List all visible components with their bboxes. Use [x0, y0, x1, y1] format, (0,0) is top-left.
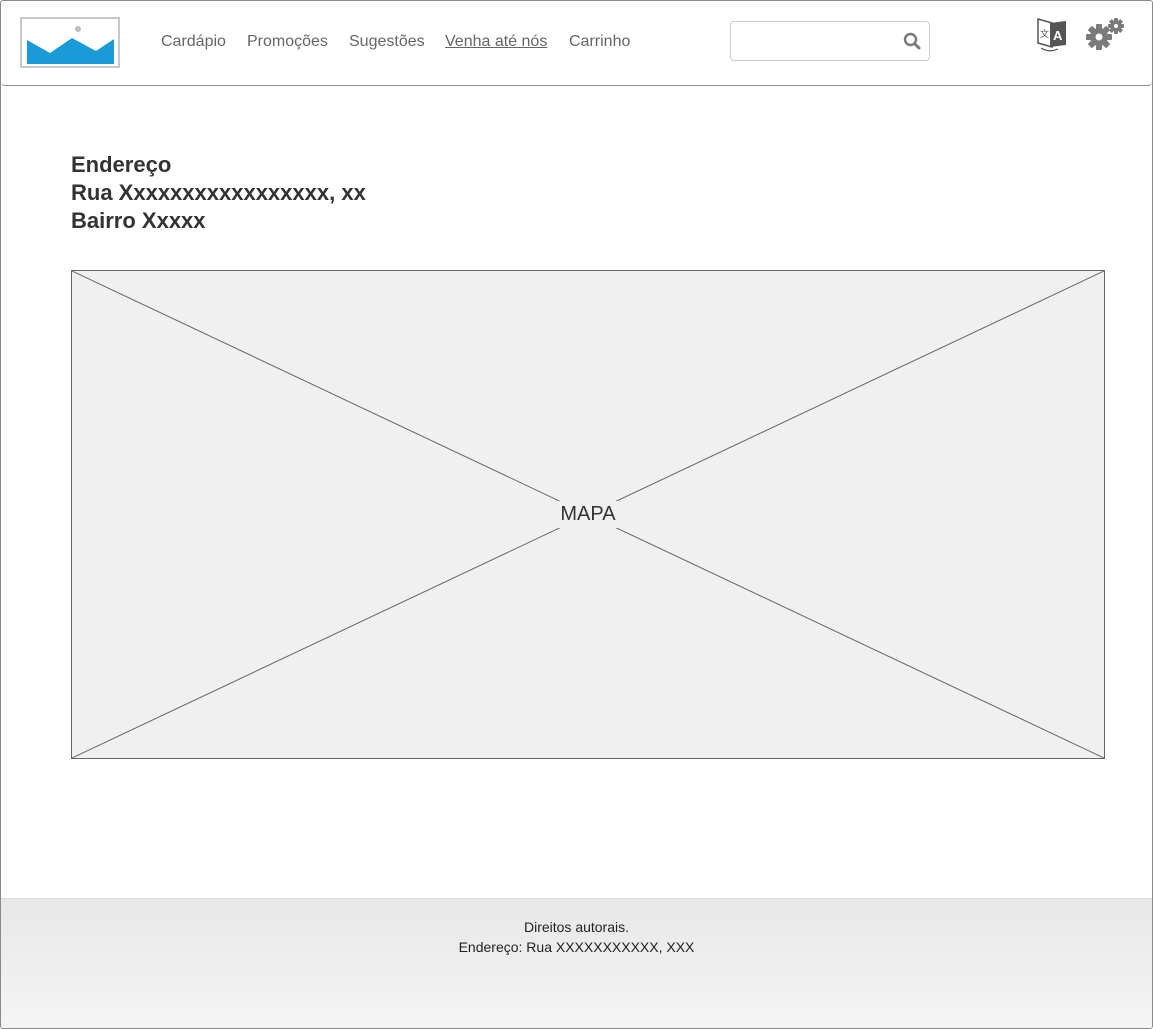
address-district: Bairro Xxxxx: [71, 208, 206, 233]
svg-text:文: 文: [1040, 28, 1049, 40]
gears-icon[interactable]: [1085, 17, 1125, 53]
footer-address: Endereço: Rua XXXXXXXXXXX, XXX: [458, 939, 695, 955]
search-box: [730, 21, 930, 61]
navbar: Cardápio Promoções Sugestões Venha até n…: [1, 1, 1152, 86]
nav-link-carrinho[interactable]: Carrinho: [569, 33, 630, 51]
translate-icon[interactable]: A 文: [1036, 17, 1068, 53]
image-placeholder-icon: [27, 26, 114, 64]
search-icon[interactable]: [903, 32, 921, 50]
search-input[interactable]: [737, 28, 901, 54]
nav-link-promocoes[interactable]: Promoções: [247, 33, 328, 51]
map-placeholder: MAPA: [71, 270, 1105, 759]
nav-link-venha-ate-nos[interactable]: Venha até nós: [445, 33, 547, 51]
nav-link-sugestoes[interactable]: Sugestões: [349, 33, 425, 51]
address-block: Endereço Rua Xxxxxxxxxxxxxxxxx, xx Bairr…: [71, 151, 366, 235]
nav-link-cardapio[interactable]: Cardápio: [161, 33, 226, 51]
page-frame: Cardápio Promoções Sugestões Venha até n…: [0, 0, 1153, 1029]
footer-copyright: Direitos autorais.: [523, 919, 630, 935]
footer: Direitos autorais. Endereço: Rua XXXXXXX…: [1, 898, 1152, 1028]
svg-text:A: A: [1053, 28, 1063, 43]
address-street: Rua Xxxxxxxxxxxxxxxxx, xx: [71, 180, 366, 205]
address-heading: Endereço: [71, 152, 172, 177]
map-label: MAPA: [554, 501, 622, 528]
logo[interactable]: [20, 17, 120, 68]
